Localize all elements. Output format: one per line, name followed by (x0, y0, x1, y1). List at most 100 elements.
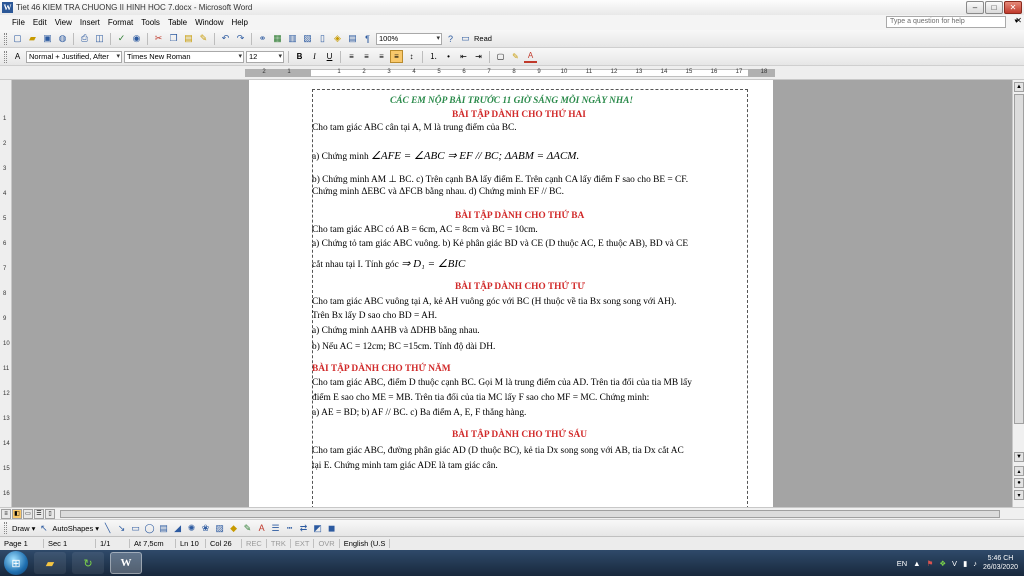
undo-icon[interactable]: ↶ (219, 32, 232, 45)
decrease-indent-icon[interactable]: ⇤ (457, 50, 470, 63)
menu-help[interactable]: Help (228, 18, 252, 27)
toolbar-grip[interactable] (4, 32, 7, 45)
toolbar-grip[interactable] (4, 50, 7, 63)
show-hide-icon[interactable]: ¶ (361, 32, 374, 45)
spelling-icon[interactable]: ✓ (115, 32, 128, 45)
insert-excel-icon[interactable]: ▧ (301, 32, 314, 45)
menu-table[interactable]: Table (164, 18, 191, 27)
show-hidden-icons-icon[interactable]: ▲ (913, 559, 920, 568)
style-select[interactable]: Normal + Justified, After (26, 50, 122, 63)
paste-icon[interactable]: ▤ (182, 32, 195, 45)
draw-font-color-icon[interactable]: A (256, 523, 267, 533)
line-color-icon[interactable]: ✎ (242, 523, 253, 534)
scroll-up-icon[interactable]: ▲ (1014, 82, 1024, 92)
file-explorer-icon[interactable]: ▰ (34, 552, 66, 574)
text-box-icon[interactable]: ▤ (158, 523, 169, 534)
zoom-select[interactable]: 100% (376, 32, 442, 45)
action-center-icon[interactable]: ⚑ (927, 559, 934, 568)
menu-format[interactable]: Format (104, 18, 137, 27)
vertical-ruler[interactable]: 1 2 3 4 5 6 7 8 9 10 11 12 13 14 15 16 (0, 80, 12, 507)
styles-formatting-icon[interactable]: A (11, 50, 24, 63)
italic-button[interactable]: I (308, 50, 321, 63)
save-icon[interactable]: ▣ (41, 32, 54, 45)
line-style-icon[interactable]: ☰ (270, 523, 281, 534)
previous-page-icon[interactable]: ▴ (1014, 466, 1024, 476)
new-document-icon[interactable]: ▢ (11, 32, 24, 45)
minimize-button[interactable]: ‒ (966, 1, 984, 14)
cut-icon[interactable]: ✂ (152, 32, 165, 45)
format-painter-icon[interactable]: ✎ (197, 32, 210, 45)
status-language[interactable]: English (U.S (340, 539, 391, 548)
align-right-icon[interactable]: ≡ (375, 50, 388, 63)
web-view-icon[interactable]: ◧ (12, 508, 22, 519)
columns-icon[interactable]: ▯ (316, 32, 329, 45)
line-icon[interactable]: ╲ (102, 523, 113, 534)
arrow-style-icon[interactable]: ⇄ (298, 523, 309, 534)
horizontal-scrollbar[interactable]: ≡ ◧ ▭ ☰ ▯ (0, 507, 1024, 519)
research-icon[interactable]: ◉ (130, 32, 143, 45)
open-folder-icon[interactable]: ▰ (26, 32, 39, 45)
word-taskbar-icon[interactable]: W (110, 552, 142, 574)
highlight-icon[interactable]: ✎ (509, 50, 522, 63)
horizontal-ruler[interactable]: 2 1 1 2 3 4 5 6 7 8 9 10 11 12 13 14 15 16 17 18 (0, 66, 1024, 80)
increase-indent-icon[interactable]: ⇥ (472, 50, 485, 63)
document-page[interactable] (249, 80, 773, 507)
bullets-icon[interactable]: • (442, 50, 455, 63)
outline-view-icon[interactable]: ☰ (34, 508, 44, 519)
select-browse-object-icon[interactable]: ● (1014, 478, 1024, 488)
print-preview-icon[interactable]: ◫ (93, 32, 106, 45)
read-button[interactable]: ▭ Read (459, 32, 492, 45)
network-icon[interactable]: ▮ (963, 559, 967, 568)
fill-color-icon[interactable]: ◆ (228, 523, 239, 534)
status-rec[interactable]: REC (242, 539, 267, 548)
copy-icon[interactable]: ❐ (167, 32, 180, 45)
redo-icon[interactable]: ↷ (234, 32, 247, 45)
reading-view-icon[interactable]: ▯ (45, 508, 55, 519)
menu-file[interactable]: File (8, 18, 29, 27)
document-map-icon[interactable]: ▤ (346, 32, 359, 45)
print-layout-icon[interactable]: ▭ (23, 508, 33, 519)
volume-icon[interactable]: ♪ (973, 559, 977, 568)
menu-edit[interactable]: Edit (29, 18, 51, 27)
menu-tools[interactable]: Tools (137, 18, 164, 27)
shadow-icon[interactable]: ◩ (312, 523, 323, 534)
clock[interactable]: 5:46 CH 26/03/2020 (983, 554, 1018, 572)
print-icon[interactable]: ⎙ (78, 32, 91, 45)
ruler-left-margin[interactable] (245, 69, 311, 77)
font-color-icon[interactable]: A (524, 50, 537, 63)
menu-window[interactable]: Window (191, 18, 227, 27)
drawing-icon[interactable]: ◈ (331, 32, 344, 45)
rectangle-icon[interactable]: ▭ (130, 523, 141, 534)
help-icon[interactable]: ? (444, 32, 457, 45)
permission-icon[interactable]: ◍ (56, 32, 69, 45)
next-page-icon[interactable]: ▾ (1014, 490, 1024, 500)
align-center-icon[interactable]: ≡ (360, 50, 373, 63)
underline-button[interactable]: U (323, 50, 336, 63)
maximize-button[interactable]: □ (985, 1, 1003, 14)
borders-icon[interactable]: ▢ (494, 50, 507, 63)
line-spacing-icon[interactable]: ↕ (405, 50, 418, 63)
select-objects-icon[interactable]: ↖ (38, 523, 49, 534)
normal-view-icon[interactable]: ≡ (1, 508, 11, 519)
language-indicator[interactable]: EN (897, 559, 907, 568)
bold-button[interactable]: B (293, 50, 306, 63)
horizontal-scroll-thumb[interactable] (60, 510, 1000, 518)
oval-icon[interactable]: ◯ (144, 523, 155, 534)
menu-view[interactable]: View (51, 18, 76, 27)
help-question-input[interactable]: Type a question for help (886, 16, 1006, 28)
align-left-icon[interactable]: ≡ (345, 50, 358, 63)
start-button[interactable]: ⊞ (4, 551, 28, 575)
picture-icon[interactable]: ▨ (214, 523, 225, 534)
scroll-down-icon[interactable]: ▼ (1014, 452, 1024, 462)
font-size-select[interactable]: 12 (246, 50, 284, 63)
scroll-thumb[interactable] (1014, 94, 1024, 424)
wordart-icon[interactable]: ◢ (172, 523, 183, 534)
tables-borders-icon[interactable]: ▦ (271, 32, 284, 45)
menu-insert[interactable]: Insert (76, 18, 104, 27)
3d-icon[interactable]: ◼ (326, 523, 337, 534)
arrow-icon[interactable]: ↘ (116, 523, 127, 534)
justify-icon[interactable]: ≡ (390, 50, 403, 63)
status-ovr[interactable]: OVR (314, 539, 340, 548)
dash-style-icon[interactable]: ┅ (284, 523, 295, 534)
status-ext[interactable]: EXT (291, 539, 315, 548)
